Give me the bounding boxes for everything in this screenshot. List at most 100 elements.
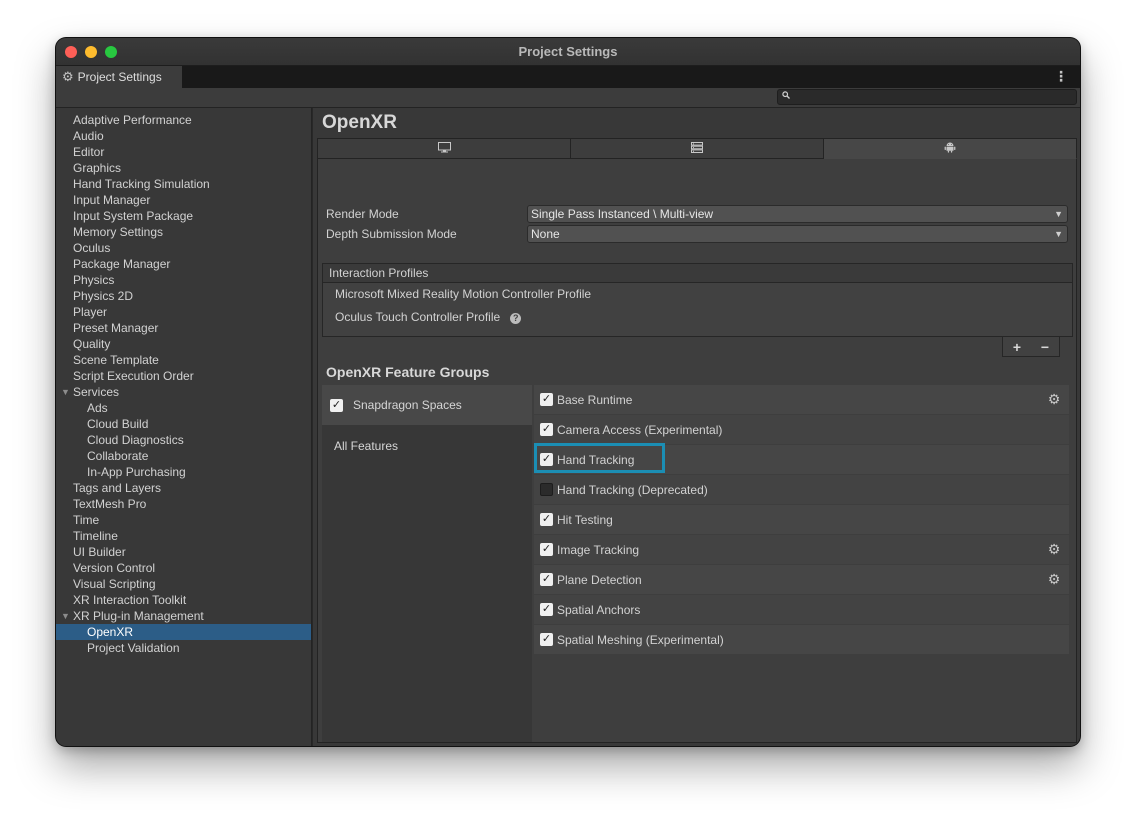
title-bar[interactable]: Project Settings [56, 38, 1080, 66]
depth-submission-row: Depth Submission Mode None ▼ [326, 225, 1068, 243]
search-input[interactable] [777, 89, 1077, 105]
sidebar-item-label: TextMesh Pro [73, 497, 147, 511]
sidebar-item-label: Input Manager [73, 193, 151, 207]
gear-icon[interactable]: ⚙ [1047, 572, 1061, 586]
sidebar-item-label: Project Validation [87, 641, 180, 655]
render-mode-value: Single Pass Instanced \ Multi-view [531, 207, 714, 221]
feature-row-camera-access-experimental[interactable]: ✓ Camera Access (Experimental) [534, 415, 1069, 444]
feature-label: Spatial Anchors [557, 602, 641, 617]
profile-item-label: Oculus Touch Controller Profile [335, 310, 501, 324]
feature-row-plane-detection[interactable]: ✓ Plane Detection ⚙ [534, 565, 1069, 594]
sidebar-item-collaborate[interactable]: Collaborate [56, 448, 311, 464]
sidebar-item-input-system-package[interactable]: Input System Package [56, 208, 311, 224]
sidebar-item-cloud-diagnostics[interactable]: Cloud Diagnostics [56, 432, 311, 448]
tab-platform-standalone[interactable] [317, 138, 571, 159]
sidebar-item-label: Editor [73, 145, 105, 159]
sidebar-item-xr-interaction-toolkit[interactable]: XR Interaction Toolkit [56, 592, 311, 608]
sidebar-item-script-execution-order[interactable]: Script Execution Order [56, 368, 311, 384]
checkbox[interactable] [540, 483, 553, 496]
checkbox[interactable]: ✓ [540, 453, 553, 466]
sidebar-item-quality[interactable]: Quality [56, 336, 311, 352]
sidebar-item-label: Audio [73, 129, 104, 143]
gear-icon[interactable]: ⚙ [1047, 392, 1061, 406]
sidebar-item-label: In-App Purchasing [87, 465, 186, 479]
feature-row-spatial-meshing-experimental[interactable]: ✓ Spatial Meshing (Experimental) [534, 625, 1069, 654]
foldout-arrow-icon[interactable]: ▼ [61, 608, 70, 624]
checkbox[interactable]: ✓ [330, 398, 343, 412]
sidebar-item-player[interactable]: Player [56, 304, 311, 320]
sidebar-item-label: Physics 2D [73, 289, 134, 303]
profile-item-label: Microsoft Mixed Reality Motion Controlle… [335, 287, 592, 301]
sidebar-item-graphics[interactable]: Graphics [56, 160, 311, 176]
sidebar-item-physics-2d[interactable]: Physics 2D [56, 288, 311, 304]
sidebar-item-label: Services [73, 385, 120, 399]
sidebar-item-preset-manager[interactable]: Preset Manager [56, 320, 311, 336]
feature-row-hand-tracking[interactable]: ✓ Hand Tracking [534, 443, 1069, 474]
more-options-icon[interactable]: ⋮ [1054, 68, 1068, 85]
sidebar-item-adaptive-performance[interactable]: Adaptive Performance [56, 112, 311, 128]
remove-profile-button[interactable]: − [1041, 339, 1049, 355]
chevron-down-icon: ▼ [1054, 229, 1063, 239]
checkbox[interactable]: ✓ [540, 603, 553, 616]
add-profile-button[interactable]: + [1013, 339, 1021, 355]
depth-submission-dropdown[interactable]: None ▼ [527, 225, 1068, 243]
feature-groups-title: OpenXR Feature Groups [326, 364, 490, 380]
foldout-arrow-icon[interactable]: ▼ [61, 384, 70, 400]
sidebar-item-textmesh-pro[interactable]: TextMesh Pro [56, 496, 311, 512]
checkbox[interactable]: ✓ [540, 513, 553, 526]
sidebar-item-time[interactable]: Time [56, 512, 311, 528]
sidebar-item-timeline[interactable]: Timeline [56, 528, 311, 544]
render-mode-dropdown[interactable]: Single Pass Instanced \ Multi-view ▼ [527, 205, 1068, 223]
sidebar-item-package-manager[interactable]: Package Manager [56, 256, 311, 272]
sidebar-item-label: Ads [87, 401, 108, 415]
checkbox[interactable]: ✓ [540, 633, 553, 646]
platform-tabs [317, 138, 1077, 159]
sidebar-item-ads[interactable]: Ads [56, 400, 311, 416]
feature-row-image-tracking[interactable]: ✓ Image Tracking ⚙ [534, 535, 1069, 564]
sidebar-item-tags-and-layers[interactable]: Tags and Layers [56, 480, 311, 496]
profile-item[interactable]: Microsoft Mixed Reality Motion Controlle… [323, 283, 1072, 306]
sidebar-item-services[interactable]: ▼ Services [56, 384, 311, 400]
feature-row-base-runtime[interactable]: ✓ Base Runtime ⚙ [534, 385, 1069, 414]
sidebar-item-ui-builder[interactable]: UI Builder [56, 544, 311, 560]
sidebar-item-editor[interactable]: Editor [56, 144, 311, 160]
feature-group-label: Snapdragon Spaces [353, 398, 462, 412]
checkbox[interactable]: ✓ [540, 423, 553, 436]
sidebar-item-label: Collaborate [87, 449, 149, 463]
profile-item[interactable]: Oculus Touch Controller Profile? [323, 306, 1072, 329]
feature-label: Image Tracking [557, 542, 640, 557]
sidebar-item-audio[interactable]: Audio [56, 128, 311, 144]
sidebar-item-label: Quality [73, 337, 111, 351]
help-icon[interactable]: ? [510, 313, 522, 324]
sidebar-item-project-validation[interactable]: Project Validation [56, 640, 311, 656]
sidebar-item-visual-scripting[interactable]: Visual Scripting [56, 576, 311, 592]
feature-group-all-features[interactable]: All Features [322, 425, 532, 467]
feature-group-snapdragon-spaces[interactable]: ✓ Snapdragon Spaces [322, 385, 532, 425]
sidebar-item-hand-tracking-simulation[interactable]: Hand Tracking Simulation [56, 176, 311, 192]
sidebar-item-in-app-purchasing[interactable]: In-App Purchasing [56, 464, 311, 480]
sidebar-item-cloud-build[interactable]: Cloud Build [56, 416, 311, 432]
sidebar-item-memory-settings[interactable]: Memory Settings [56, 224, 311, 240]
tab-platform-server[interactable] [571, 138, 824, 159]
tab-platform-android[interactable] [824, 138, 1077, 159]
sidebar-item-physics[interactable]: Physics [56, 272, 311, 288]
checkbox[interactable]: ✓ [540, 543, 553, 556]
render-mode-label: Render Mode [326, 207, 399, 221]
sidebar-item-scene-template[interactable]: Scene Template [56, 352, 311, 368]
sidebar-item-input-manager[interactable]: Input Manager [56, 192, 311, 208]
tab-label: Project Settings [77, 70, 162, 84]
checkbox[interactable]: ✓ [540, 573, 553, 586]
sidebar-item-openxr[interactable]: OpenXR [56, 624, 311, 640]
sidebar-item-label: Oculus [73, 241, 111, 255]
sidebar-item-oculus[interactable]: Oculus [56, 240, 311, 256]
checkbox[interactable]: ✓ [540, 393, 553, 406]
gear-icon[interactable]: ⚙ [1047, 542, 1061, 556]
feature-row-hit-testing[interactable]: ✓ Hit Testing [534, 505, 1069, 534]
sidebar-item-xr-plug-in-management[interactable]: ▼ XR Plug-in Management [56, 608, 311, 624]
sidebar-item-version-control[interactable]: Version Control [56, 560, 311, 576]
tab-project-settings[interactable]: ⚙ Project Settings [56, 66, 183, 88]
sidebar-item-label: Memory Settings [73, 225, 164, 239]
feature-row-hand-tracking-deprecated[interactable]: Hand Tracking (Deprecated) [534, 475, 1069, 504]
feature-row-spatial-anchors[interactable]: ✓ Spatial Anchors [534, 595, 1069, 624]
page-title: OpenXR [322, 112, 397, 133]
